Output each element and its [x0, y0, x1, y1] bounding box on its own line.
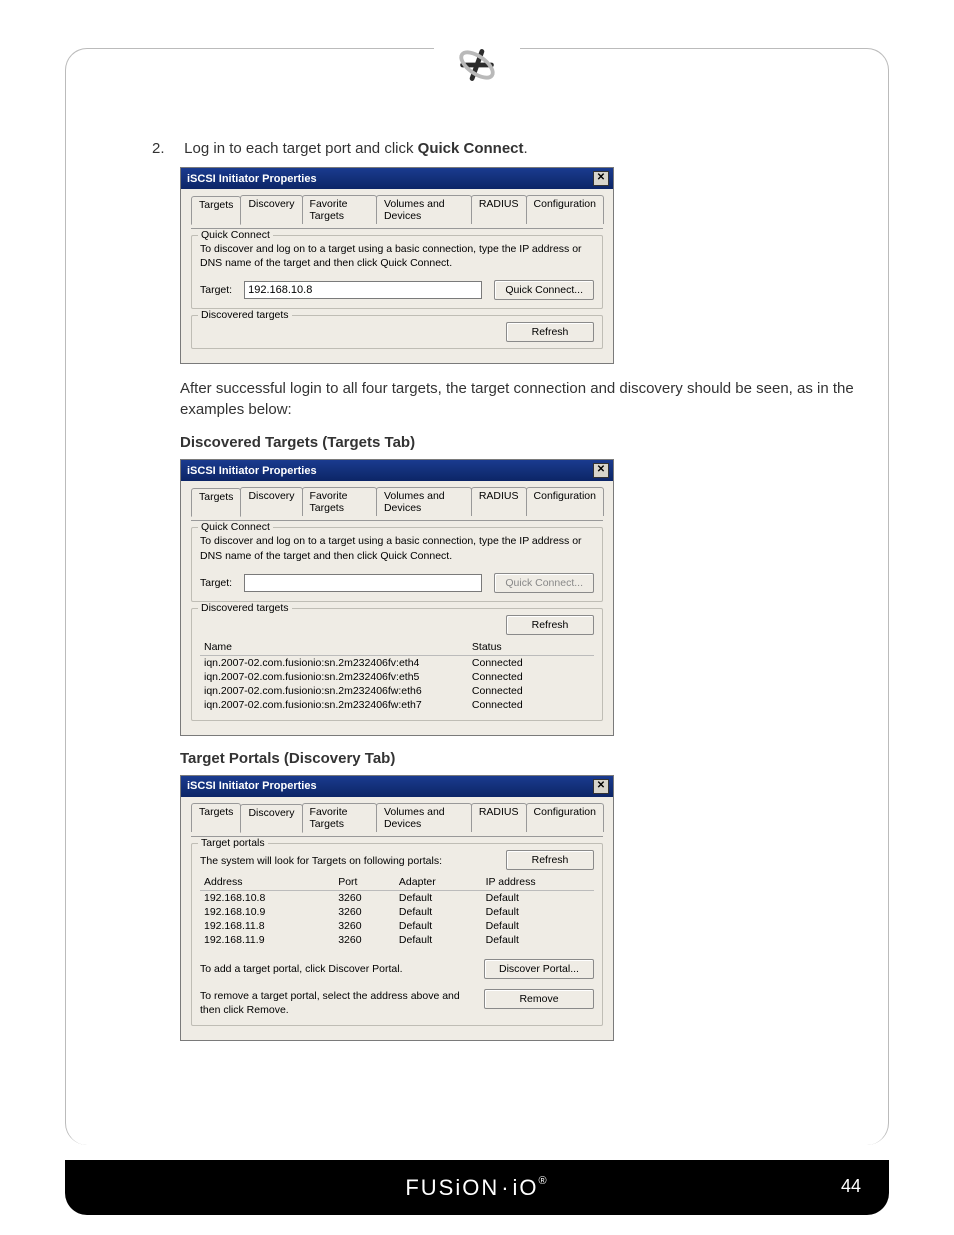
- paragraph-after: After successful login to all four targe…: [180, 378, 869, 420]
- dialog-title: iSCSI Initiator Properties: [187, 173, 317, 185]
- portals-table: Address Port Adapter IP address 192.168.…: [200, 874, 594, 947]
- target-label: Target:: [200, 577, 232, 589]
- quick-connect-button[interactable]: Quick Connect...: [494, 280, 594, 300]
- header-logo: [434, 37, 520, 92]
- tabs-row: Targets Discovery Favorite Targets Volum…: [191, 487, 603, 516]
- quick-connect-group: Quick Connect To discover and log on to …: [191, 527, 603, 601]
- iscsi-dialog-3: iSCSI Initiator Properties ✕ Targets Dis…: [180, 775, 614, 1041]
- tp-title: Target portals: [198, 837, 268, 849]
- tab-targets[interactable]: Targets: [191, 196, 241, 225]
- target-input[interactable]: [244, 574, 482, 592]
- remove-button[interactable]: Remove: [484, 989, 594, 1009]
- discover-portal-button[interactable]: Discover Portal...: [484, 959, 594, 979]
- close-icon[interactable]: ✕: [593, 171, 609, 186]
- tab-config[interactable]: Configuration: [526, 803, 604, 832]
- remove-portal-text: To remove a target portal, select the ad…: [200, 989, 470, 1017]
- heading-discovered: Discovered Targets (Targets Tab): [180, 434, 869, 451]
- tab-radius[interactable]: RADIUS: [471, 803, 527, 832]
- tab-targets[interactable]: Targets: [191, 803, 241, 832]
- table-row: 192.168.11.93260DefaultDefault: [200, 933, 594, 947]
- tab-favorite[interactable]: Favorite Targets: [302, 195, 377, 224]
- tab-config[interactable]: Configuration: [526, 487, 604, 516]
- qc-desc: To discover and log on to a target using…: [200, 242, 594, 270]
- table-row: iqn.2007-02.com.fusionio:sn.2m232406fw:e…: [200, 698, 594, 712]
- dt-title: Discovered targets: [198, 602, 292, 614]
- col-adapter: Adapter: [395, 874, 482, 891]
- tab-volumes[interactable]: Volumes and Devices: [376, 803, 472, 832]
- tab-targets[interactable]: Targets: [191, 488, 241, 517]
- col-ip: IP address: [482, 874, 594, 891]
- tab-radius[interactable]: RADIUS: [471, 487, 527, 516]
- target-input[interactable]: [244, 281, 482, 299]
- dialog-title: iSCSI Initiator Properties: [187, 780, 317, 792]
- target-label: Target:: [200, 284, 232, 296]
- table-row: 192.168.10.93260DefaultDefault: [200, 905, 594, 919]
- heading-portals: Target Portals (Discovery Tab): [180, 750, 869, 767]
- discovered-targets-group: Discovered targets Refresh Name Status i…: [191, 608, 603, 721]
- tp-desc: The system will look for Targets on foll…: [200, 850, 442, 868]
- col-port: Port: [334, 874, 395, 891]
- tab-discovery[interactable]: Discovery: [240, 195, 302, 224]
- page-footer: FUSiON·iO® 44: [65, 1160, 889, 1215]
- footer-brand: FUSiON·iO®: [405, 1175, 548, 1201]
- add-portal-text: To add a target portal, click Discover P…: [200, 962, 403, 976]
- table-row: 192.168.10.83260DefaultDefault: [200, 890, 594, 905]
- refresh-button[interactable]: Refresh: [506, 615, 594, 635]
- close-icon[interactable]: ✕: [593, 779, 609, 794]
- tab-volumes[interactable]: Volumes and Devices: [376, 487, 472, 516]
- tab-favorite[interactable]: Favorite Targets: [302, 803, 377, 832]
- tab-discovery[interactable]: Discovery: [240, 804, 302, 833]
- tab-config[interactable]: Configuration: [526, 195, 604, 224]
- tab-volumes[interactable]: Volumes and Devices: [376, 195, 472, 224]
- step-text-post: .: [524, 140, 528, 157]
- quick-connect-button[interactable]: Quick Connect...: [494, 573, 594, 593]
- iscsi-dialog-1: iSCSI Initiator Properties ✕ Targets Dis…: [180, 167, 614, 364]
- table-row: iqn.2007-02.com.fusionio:sn.2m232406fv:e…: [200, 655, 594, 670]
- target-portals-group: Target portals The system will look for …: [191, 843, 603, 1026]
- dialog-titlebar: iSCSI Initiator Properties ✕: [181, 460, 613, 481]
- col-name: Name: [200, 639, 468, 656]
- discovered-targets-group: Discovered targets Refresh: [191, 315, 603, 349]
- qc-title: Quick Connect: [198, 521, 273, 533]
- col-status: Status: [468, 639, 594, 656]
- col-address: Address: [200, 874, 334, 891]
- step-text-pre: Log in to each target port and click: [184, 140, 417, 157]
- table-row: iqn.2007-02.com.fusionio:sn.2m232406fw:e…: [200, 684, 594, 698]
- qc-desc: To discover and log on to a target using…: [200, 534, 594, 562]
- dialog-titlebar: iSCSI Initiator Properties ✕: [181, 168, 613, 189]
- tab-radius[interactable]: RADIUS: [471, 195, 527, 224]
- page-number: 44: [841, 1176, 861, 1197]
- table-row: iqn.2007-02.com.fusionio:sn.2m232406fv:e…: [200, 670, 594, 684]
- tab-discovery[interactable]: Discovery: [240, 487, 302, 516]
- table-row: 192.168.11.83260DefaultDefault: [200, 919, 594, 933]
- step-number: 2.: [152, 140, 180, 157]
- refresh-button[interactable]: Refresh: [506, 322, 594, 342]
- tabs-row: Targets Discovery Favorite Targets Volum…: [191, 803, 603, 832]
- refresh-button[interactable]: Refresh: [506, 850, 594, 870]
- dt-title: Discovered targets: [198, 309, 292, 321]
- tab-favorite[interactable]: Favorite Targets: [302, 487, 377, 516]
- step-bold: Quick Connect: [418, 140, 524, 157]
- tabs-row: Targets Discovery Favorite Targets Volum…: [191, 195, 603, 224]
- close-icon[interactable]: ✕: [593, 463, 609, 478]
- quick-connect-group: Quick Connect To discover and log on to …: [191, 235, 603, 309]
- dialog-titlebar: iSCSI Initiator Properties ✕: [181, 776, 613, 797]
- dialog-title: iSCSI Initiator Properties: [187, 465, 317, 477]
- step-line: 2. Log in to each target port and click …: [180, 140, 869, 157]
- discovered-targets-table: Name Status iqn.2007-02.com.fusionio:sn.…: [200, 639, 594, 712]
- qc-title: Quick Connect: [198, 229, 273, 241]
- iscsi-dialog-2: iSCSI Initiator Properties ✕ Targets Dis…: [180, 459, 614, 735]
